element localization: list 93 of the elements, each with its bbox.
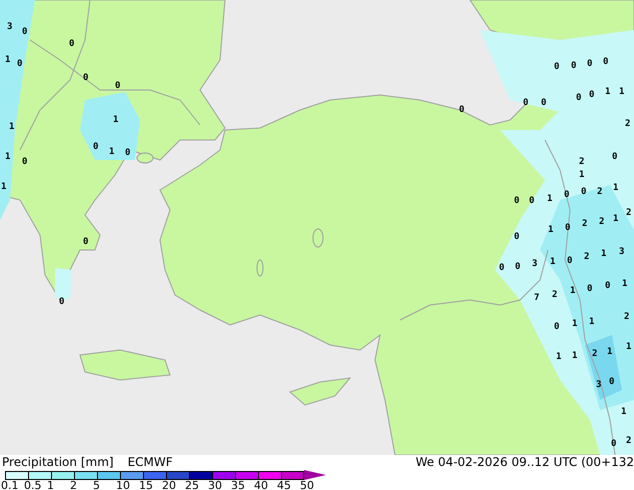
precipitation-value: 2: [582, 219, 588, 229]
precipitation-value: 0: [612, 152, 618, 162]
precipitation-value: 7: [534, 293, 540, 303]
precipitation-value: 2: [625, 119, 630, 129]
precipitation-value: 2: [592, 349, 598, 359]
precipitation-value: 1: [607, 347, 612, 357]
valid-time: We 04-02-2026 09..12 UTC (00+132: [416, 455, 634, 469]
precipitation-value: 3: [596, 380, 602, 390]
precipitation-value: 0: [605, 281, 610, 291]
precipitation-value: 3: [532, 259, 538, 269]
precipitation-value: 0: [581, 187, 586, 197]
precipitation-value: 1: [5, 55, 10, 65]
legend-tick-label: 15: [139, 480, 153, 490]
precipitation-value: 0: [59, 297, 64, 307]
legend-title: Precipitation [mm]: [2, 455, 114, 469]
precipitation-value: 0: [459, 105, 464, 115]
precipitation-value: 0: [589, 90, 594, 100]
precipitation-value: 1: [109, 147, 114, 157]
precipitation-value: 0: [609, 377, 614, 387]
precipitation-value: 0: [514, 196, 520, 206]
precipitation-value: 0: [611, 439, 616, 449]
precipitation-value: 1: [113, 115, 118, 125]
precipitation-value: 1: [547, 194, 552, 204]
precipitation-value: 2: [599, 217, 604, 227]
precipitation-value: 0: [115, 81, 120, 91]
precipitation-value: 1: [601, 249, 606, 259]
island: [289, 377, 352, 406]
precipitation-value: 1: [556, 352, 562, 362]
precipitation-value: 1: [548, 225, 554, 235]
precipitation-value: 0: [83, 73, 88, 83]
precipitation-value: 0: [571, 61, 576, 71]
precipitation-value: 0: [93, 142, 98, 152]
legend-tick-label: 40: [254, 480, 268, 490]
legend-tick-label: 0.1: [1, 480, 18, 490]
precipitation-value: 0: [576, 93, 582, 103]
legend-tick-label: 10: [116, 480, 130, 490]
precipitation-value: 0: [514, 232, 520, 242]
precipitation-value: 0: [554, 62, 560, 72]
legend-tick-label: 0.5: [24, 480, 42, 490]
legend-tick-label: 50: [300, 480, 314, 490]
precipitation-value: 1: [589, 317, 594, 327]
precipitation-value: 3: [7, 22, 12, 32]
precipitation-value: 0: [529, 196, 534, 206]
precipitation-value: 0: [587, 59, 592, 69]
precipitation-value: 2: [626, 208, 632, 218]
precipitation-value: 1: [626, 342, 632, 352]
precipitation-value: 0: [564, 190, 570, 200]
precipitation-value: 1: [613, 214, 618, 224]
precipitation-area: [80, 92, 140, 160]
precipitation-value: 1: [550, 257, 556, 267]
precipitation-value: 2: [597, 187, 602, 197]
precipitation-value: 0: [567, 256, 572, 266]
legend-tick-label: 5: [93, 480, 100, 490]
precipitation-value: 0: [554, 322, 560, 332]
precipitation-value: 0: [69, 39, 74, 49]
precipitation-value: 0: [22, 157, 28, 167]
legend-tick-label: 25: [185, 480, 199, 490]
legend-tick-label: 2: [70, 480, 77, 490]
legend-tick-label: 1: [47, 480, 54, 490]
precipitation-value: 1: [572, 351, 578, 361]
precipitation-value: 2: [552, 290, 558, 300]
precipitation-value: 0: [587, 284, 592, 294]
precipitation-value: 1: [621, 407, 626, 417]
precipitation-value: 0: [17, 59, 22, 69]
precipitation-value: 1: [1, 182, 6, 192]
precipitation-value: 0: [565, 223, 570, 233]
precipitation-value: 0: [499, 263, 504, 273]
precipitation-value: 0: [125, 148, 130, 158]
precipitation-value: 2: [624, 312, 630, 322]
precipitation-value: 3: [619, 247, 624, 257]
model-name: ECMWF: [128, 455, 173, 469]
legend-tick-label: 20: [162, 480, 176, 490]
precipitation-value: 1: [570, 286, 576, 296]
precipitation-value: 1: [613, 183, 618, 193]
precipitation-value: 1: [5, 152, 10, 162]
precipitation-value: 0: [523, 98, 528, 108]
precipitation-value: 1: [572, 319, 578, 329]
precipitation-value: 0: [515, 262, 520, 272]
legend-tick-label: 35: [231, 480, 245, 490]
precipitation-value: 2: [626, 436, 632, 446]
precipitation-value: 2: [584, 252, 590, 262]
precipitation-value: 2: [579, 157, 584, 167]
precipitation-value: 1: [622, 279, 628, 289]
precipitation-value: 1: [619, 87, 624, 97]
precipitation-value: 0: [83, 237, 88, 247]
legend-tick-label: 45: [277, 480, 291, 490]
precipitation-value: 1: [9, 122, 14, 132]
precipitation-value: 1: [605, 87, 610, 97]
precipitation-value: 0: [22, 27, 28, 37]
precipitation-value: 0: [541, 98, 546, 108]
legend-tick-label: 30: [208, 480, 222, 490]
precipitation-value: 0: [603, 57, 608, 67]
precipitation-value: 1: [579, 170, 584, 180]
